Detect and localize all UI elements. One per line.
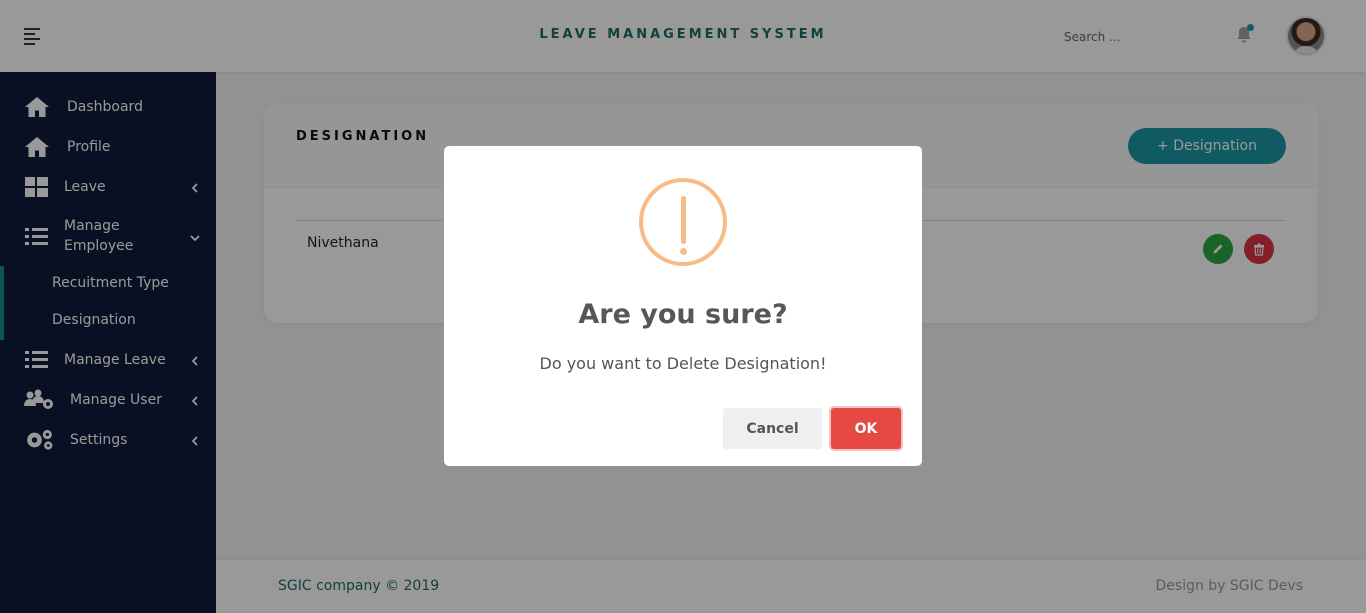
ok-button[interactable]: OK [831, 408, 901, 449]
confirm-dialog: Are you sure? Do you want to Delete Desi… [444, 146, 922, 466]
dialog-title: Are you sure? [578, 299, 788, 330]
dialog-message: Do you want to Delete Designation! [539, 354, 827, 373]
cancel-button[interactable]: Cancel [723, 408, 822, 449]
warning-icon [639, 178, 727, 266]
